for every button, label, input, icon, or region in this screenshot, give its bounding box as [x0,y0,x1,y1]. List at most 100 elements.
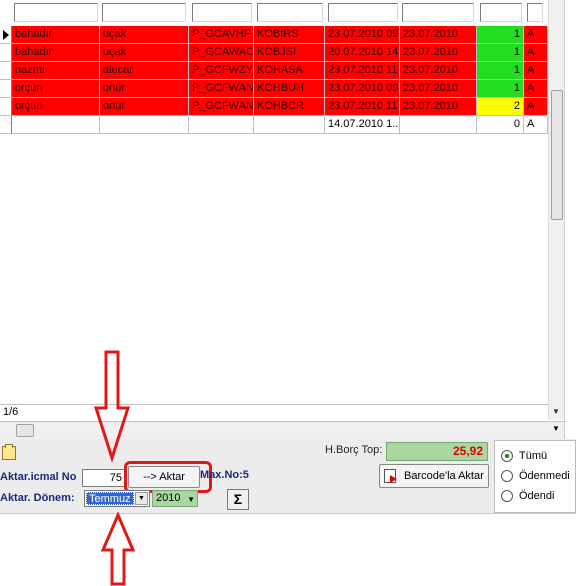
radio-odendi-label: Ödendi [519,490,555,502]
table-row[interactable]: bahadır uçak P_GCAVHF KOBIRS 23.07.2010 09 23… [0,26,548,44]
table-cell[interactable]: 1 [477,26,524,44]
current-row-arrow-icon [3,30,9,40]
table-cell[interactable]: A [524,116,548,134]
table-cell[interactable]: P_GCFWZY [189,62,254,80]
barcode-aktar-button[interactable]: Barcode'la Aktar [379,464,489,488]
table-cell[interactable]: 23.07.2010 11 [325,98,400,116]
table-cell[interactable]: 1 [477,80,524,98]
table-cell[interactable]: A [524,98,548,116]
table-cell[interactable]: P_GCAVHF [189,26,254,44]
radio-circle-icon[interactable] [501,450,513,462]
sum-button[interactable]: Σ [227,489,249,510]
donem-year-select[interactable]: 2010 ▼ [152,490,198,507]
table-cell[interactable]: bahadır [12,26,100,44]
filter-cell-col6[interactable] [402,3,474,22]
table-cell[interactable]: alucar [100,62,189,80]
radio-odenmedi[interactable]: Ödenmedi [501,469,576,485]
table-row[interactable]: nazmı alucar P_GCFWZY KOHASA 23.07.2010 11 23… [0,62,548,80]
folder-icon[interactable] [2,444,16,460]
hborc-label: H.Borç Top: [325,444,383,456]
icmal-no-input[interactable]: 75 [82,469,126,487]
radio-odendi[interactable]: Ödendi [501,489,576,505]
table-cell[interactable]: P_GCFWAN [189,98,254,116]
table-cell[interactable]: KOBIRS [254,26,325,44]
filter-cell-col1[interactable] [14,3,98,22]
table-cell[interactable]: 14.07.2010 1... [325,116,400,134]
row-indicator[interactable] [0,62,12,80]
table-cell[interactable] [12,116,100,134]
donem-month-value: Temmuz [86,492,134,505]
filter-cell-col3[interactable] [192,3,252,22]
table-cell[interactable]: onur [100,98,189,116]
scroll-down-arrow-icon[interactable]: ▼ [552,407,560,416]
table-cell[interactable]: 20.07.2010 14 [325,44,400,62]
horizontal-scroll-thumb[interactable] [16,424,34,437]
table-cell[interactable]: 2 [477,98,524,116]
table-row[interactable]: bahadır uçak P_GCAWAO KOBJSI 20.07.2010 14 23… [0,44,548,62]
radio-circle-icon[interactable] [501,490,513,502]
table-cell[interactable]: 23.07.2010 [400,80,477,98]
table-cell[interactable]: onur [100,80,189,98]
table-cell[interactable]: 23.07.2010 09 [325,80,400,98]
table-cell[interactable]: KOHASA [254,62,325,80]
data-grid[interactable]: bahadır uçak P_GCAVHF KOBIRS 23.07.2010 09 23… [0,0,548,420]
row-indicator[interactable] [0,80,12,98]
filter-cell-col7[interactable] [480,3,522,22]
row-indicator[interactable] [0,98,12,116]
donem-month-select[interactable]: Temmuz ▼ [84,490,150,507]
horizontal-scrollbar[interactable]: ▼ [0,421,564,439]
table-cell[interactable] [100,116,189,134]
chevron-down-icon[interactable]: ▼ [135,492,148,505]
row-indicator[interactable] [0,44,12,62]
filter-cell-col8[interactable] [527,3,543,22]
payment-filter-group: Tümü Ödenmedi Ödendi [494,440,576,513]
vertical-scrollbar[interactable]: ▼ [548,0,564,420]
scroll-down-arrow-icon[interactable]: ▼ [552,424,560,433]
table-cell[interactable]: 1 [477,44,524,62]
table-row[interactable]: orçun onur P_GCFWAN KOHBUH 23.07.2010 09 23.0… [0,80,548,98]
table-cell[interactable]: 23.07.2010 [400,44,477,62]
table-cell[interactable] [400,116,477,134]
table-row[interactable]: orçun onur P_GCFWAN KOHBCR 23.07.2010 11 23.0… [0,98,548,116]
table-cell[interactable] [189,116,254,134]
filter-cell-col5[interactable] [328,3,398,22]
table-cell[interactable]: A [524,62,548,80]
table-cell[interactable]: orçun [12,80,100,98]
filter-cell-col4[interactable] [257,3,323,22]
down-arrow-annotation-icon [93,350,131,463]
barcode-export-icon [384,469,397,483]
hborc-value: 25,92 [386,442,488,461]
table-cell[interactable]: KOBJSI [254,44,325,62]
radio-circle-icon[interactable] [501,470,513,482]
row-indicator[interactable] [0,26,12,44]
table-row[interactable]: 14.07.2010 1... 0 A [0,116,548,134]
table-cell[interactable]: P_GCAWAO [189,44,254,62]
table-cell[interactable]: KOHBUH [254,80,325,98]
table-cell[interactable]: nazmı [12,62,100,80]
table-cell[interactable]: 23.07.2010 09 [325,26,400,44]
table-cell[interactable]: 23.07.2010 11 [325,62,400,80]
table-cell[interactable]: KOHBCR [254,98,325,116]
vertical-scroll-thumb[interactable] [551,90,563,220]
radio-tumu[interactable]: Tümü [501,449,576,465]
table-cell[interactable]: A [524,44,548,62]
table-cell[interactable]: A [524,26,548,44]
table-cell[interactable]: 23.07.2010 [400,62,477,80]
lower-area [0,513,576,586]
row-indicator[interactable] [0,116,12,134]
table-cell[interactable]: A [524,80,548,98]
chevron-down-icon[interactable]: ▼ [187,492,195,507]
table-cell[interactable]: 0 [477,116,524,134]
table-cell[interactable]: bahadır [12,44,100,62]
table-cell[interactable]: uçak [100,44,189,62]
table-cell[interactable]: P_GCFWAN [189,80,254,98]
page-indicator: 1/6 [0,404,548,420]
filter-cell-col2[interactable] [102,3,186,22]
table-cell[interactable]: 23.07.2010 [400,26,477,44]
table-cell[interactable]: 23.07.2010 [400,98,477,116]
table-cell[interactable] [254,116,325,134]
outer-scrollbar[interactable] [564,0,576,440]
table-cell[interactable]: 1 [477,62,524,80]
table-cell[interactable]: uçak [100,26,189,44]
table-cell[interactable]: orçun [12,98,100,116]
